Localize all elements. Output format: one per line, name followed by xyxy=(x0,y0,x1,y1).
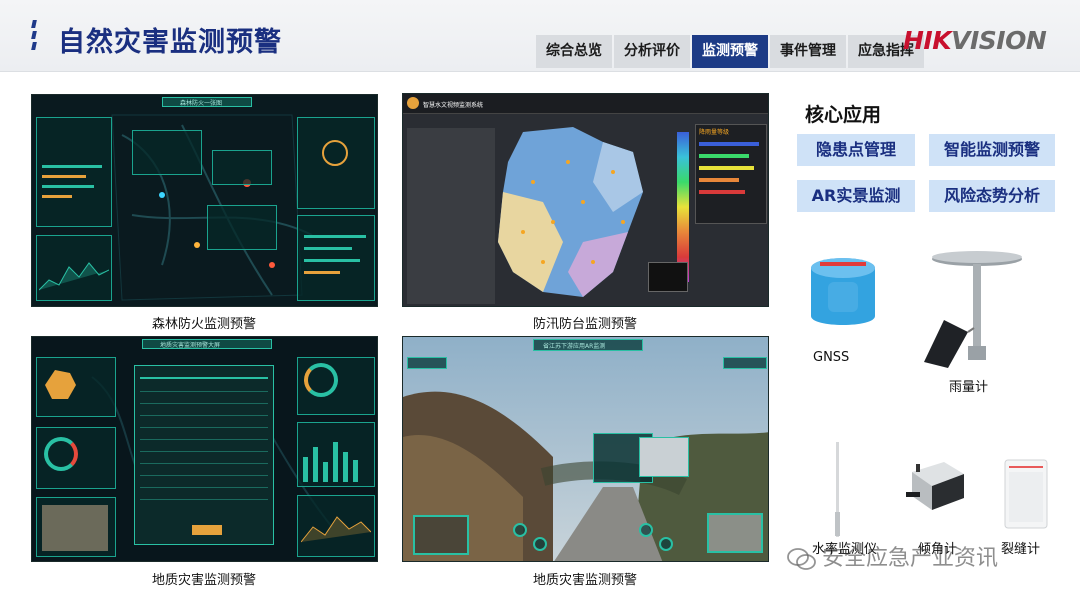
geo-hazard-dashboard-caption: 地质灾害监测预警 xyxy=(151,573,256,588)
tab-analysis[interactable]: 分析评价 xyxy=(614,35,690,68)
geo-hazard-dashboard-screenshot[interactable]: 地质灾害监测预警大屏 xyxy=(31,336,378,562)
flood-typhoon-screenshot[interactable]: 智慧水文视频监测系统 降雨量等级 xyxy=(402,93,769,307)
forest-fire-caption: 森林防火监测预警 xyxy=(151,317,256,332)
forest-ui-title: 森林防火一张图 xyxy=(180,100,223,107)
app-logo-icon xyxy=(407,97,419,109)
nav-tabs: 综合总览 分析评价 监测预警 事件管理 应急指挥 xyxy=(536,35,926,68)
tag-hazard-point-management[interactable]: 隐患点管理 xyxy=(797,134,915,166)
forest-fire-screenshot[interactable]: 森林防火一张图 xyxy=(31,94,378,307)
rain-gauge-icon xyxy=(924,251,1022,368)
tag-smart-warning[interactable]: 智能监测预警 xyxy=(929,134,1055,166)
geo-ui-title: 地质灾害监测预警大屏 xyxy=(160,342,221,349)
rain-legend-title: 降雨量等级 xyxy=(699,129,730,136)
flood-ui-title: 智慧水文视频监测系统 xyxy=(423,102,484,109)
tag-risk-analysis[interactable]: 风险态势分析 xyxy=(929,180,1055,212)
tab-overview[interactable]: 综合总览 xyxy=(536,35,612,68)
tab-events[interactable]: 事件管理 xyxy=(770,35,846,68)
hikvision-logo: HIKVISION xyxy=(903,26,1047,55)
water-meter-icon xyxy=(835,442,840,537)
gnss-label: GNSS xyxy=(813,350,850,365)
tab-monitoring[interactable]: 监测预警 xyxy=(692,35,768,68)
region-map-icon xyxy=(45,370,76,399)
ar-ui-title: 省江苏下游应用AR监测 xyxy=(543,343,606,350)
geo-hazard-ar-screenshot[interactable]: 省江苏下游应用AR监测 xyxy=(402,336,769,562)
inclinometer-icon xyxy=(906,462,964,510)
flood-typhoon-caption: 防汛防台监测预警 xyxy=(532,317,637,332)
geo-hazard-ar-caption: 地质灾害监测预警 xyxy=(532,573,637,588)
core-apps-title: 核心应用 xyxy=(805,104,882,126)
page-title: 自然灾害监测预警 xyxy=(58,27,282,58)
title-decoration-icon xyxy=(28,20,42,50)
watermark-text: 安全应急产业资讯 xyxy=(822,546,999,571)
gnss-receiver-icon xyxy=(811,258,875,325)
province-map xyxy=(498,127,643,297)
rain-gauge-label: 雨量计 xyxy=(949,380,989,395)
crack-meter-label: 裂缝计 xyxy=(1001,542,1041,557)
wechat-icon xyxy=(787,548,816,570)
crack-meter-icon xyxy=(1004,459,1048,529)
tag-ar-monitoring[interactable]: AR实景监测 xyxy=(797,180,915,212)
header-bar: 自然灾害监测预警 综合总览 分析评价 监测预警 事件管理 应急指挥 HIKVIS… xyxy=(0,0,1080,72)
